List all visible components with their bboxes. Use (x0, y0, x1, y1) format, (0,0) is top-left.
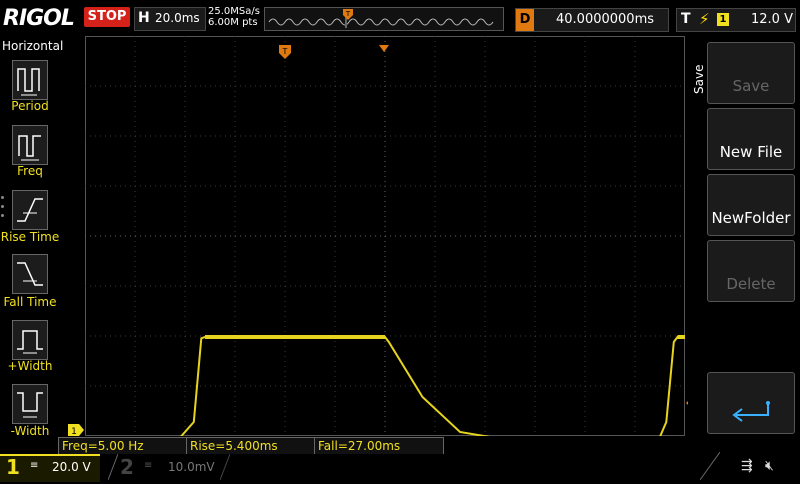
delay-value: 40.0000000ms (556, 12, 655, 27)
period-label[interactable]: Period (0, 99, 60, 113)
trigger-level: 12.0 V (751, 12, 793, 27)
speaker-mute-icon[interactable]: 🔇︎ (765, 458, 774, 474)
memory-depth: 6.00M pts (208, 17, 258, 28)
tab-divider (107, 453, 119, 481)
rigol-logo: RIGOL (3, 6, 75, 31)
measurement-rise: Rise=5.400ms (186, 437, 316, 455)
usb-icon: ⇶ (741, 458, 753, 474)
new-file-label: New File (719, 143, 783, 161)
svg-text:1: 1 (71, 427, 77, 436)
channel-2-coupling-icon: ≡ (144, 460, 153, 471)
channel-1-coupling-icon: ≡ (30, 460, 39, 471)
channel-1-number: 1 (6, 455, 20, 479)
tab-divider-2 (219, 453, 231, 481)
graticule (85, 36, 685, 436)
waveform-display[interactable] (85, 36, 685, 436)
trigger-source: 1 (717, 13, 729, 26)
sample-info: 25.0MSa/s 6.00M pts (208, 6, 260, 28)
memory-trigger-marker: T (343, 6, 353, 25)
trigger-position-marker[interactable]: T (279, 44, 291, 63)
measure-menu-title: Horizontal (2, 39, 64, 53)
positive-width-icon[interactable] (12, 320, 48, 360)
delay-box[interactable]: D 40.0000000ms (515, 8, 669, 32)
trigger-box[interactable]: T ⚡ 1 12.0 V (676, 8, 796, 32)
svg-text:T: T (282, 47, 288, 56)
negative-width-label[interactable]: -Width (0, 424, 60, 438)
measurement-fall: Fall=27.00ms (314, 437, 444, 455)
fall-time-icon[interactable] (12, 254, 48, 294)
rise-time-icon[interactable] (12, 190, 48, 230)
delay-label: D (516, 9, 534, 31)
horizontal-center-marker (379, 37, 389, 56)
trigger-edge-icon: ⚡ (699, 10, 710, 28)
channel-2-number[interactable]: 2 (120, 455, 134, 479)
delete-button[interactable]: Delete (707, 240, 795, 302)
svg-text:T: T (345, 10, 351, 18)
menu-page-dots (1, 196, 5, 223)
rise-time-label[interactable]: Rise Time (0, 230, 60, 244)
return-arrow-icon (732, 401, 770, 422)
frequency-icon[interactable] (12, 125, 48, 165)
channel-1-scale: 20.0 V (52, 460, 91, 474)
sample-rate: 25.0MSa/s (208, 6, 260, 17)
timebase-value: 20.0ms (155, 11, 200, 25)
channel-2-scale: 10.0mV (168, 460, 215, 474)
timebase-label: H (138, 10, 150, 26)
save-button[interactable]: Save (707, 42, 795, 104)
trigger-label: T (681, 11, 691, 27)
save-button-label: Save (732, 77, 770, 95)
frequency-label[interactable]: Freq (0, 164, 60, 178)
positive-width-label[interactable]: +Width (0, 359, 60, 373)
status-divider (699, 451, 721, 481)
fall-time-label[interactable]: Fall Time (0, 295, 60, 309)
period-icon[interactable] (12, 60, 48, 100)
memory-overview-bar[interactable]: T (264, 7, 504, 31)
timebase-box[interactable]: H 20.0ms (134, 7, 206, 31)
memory-waveform-preview (268, 10, 494, 28)
delete-label: Delete (726, 275, 776, 293)
return-button[interactable] (707, 372, 795, 434)
run-stop-indicator[interactable]: STOP (84, 7, 130, 27)
negative-width-icon[interactable] (12, 384, 48, 424)
new-folder-label: NewFolder (711, 209, 791, 227)
new-file-button[interactable]: New File (707, 108, 795, 170)
measurement-freq: Freq=5.00 Hz (58, 437, 188, 455)
new-folder-button[interactable]: NewFolder (707, 174, 795, 236)
save-menu-title: Save (692, 64, 706, 94)
